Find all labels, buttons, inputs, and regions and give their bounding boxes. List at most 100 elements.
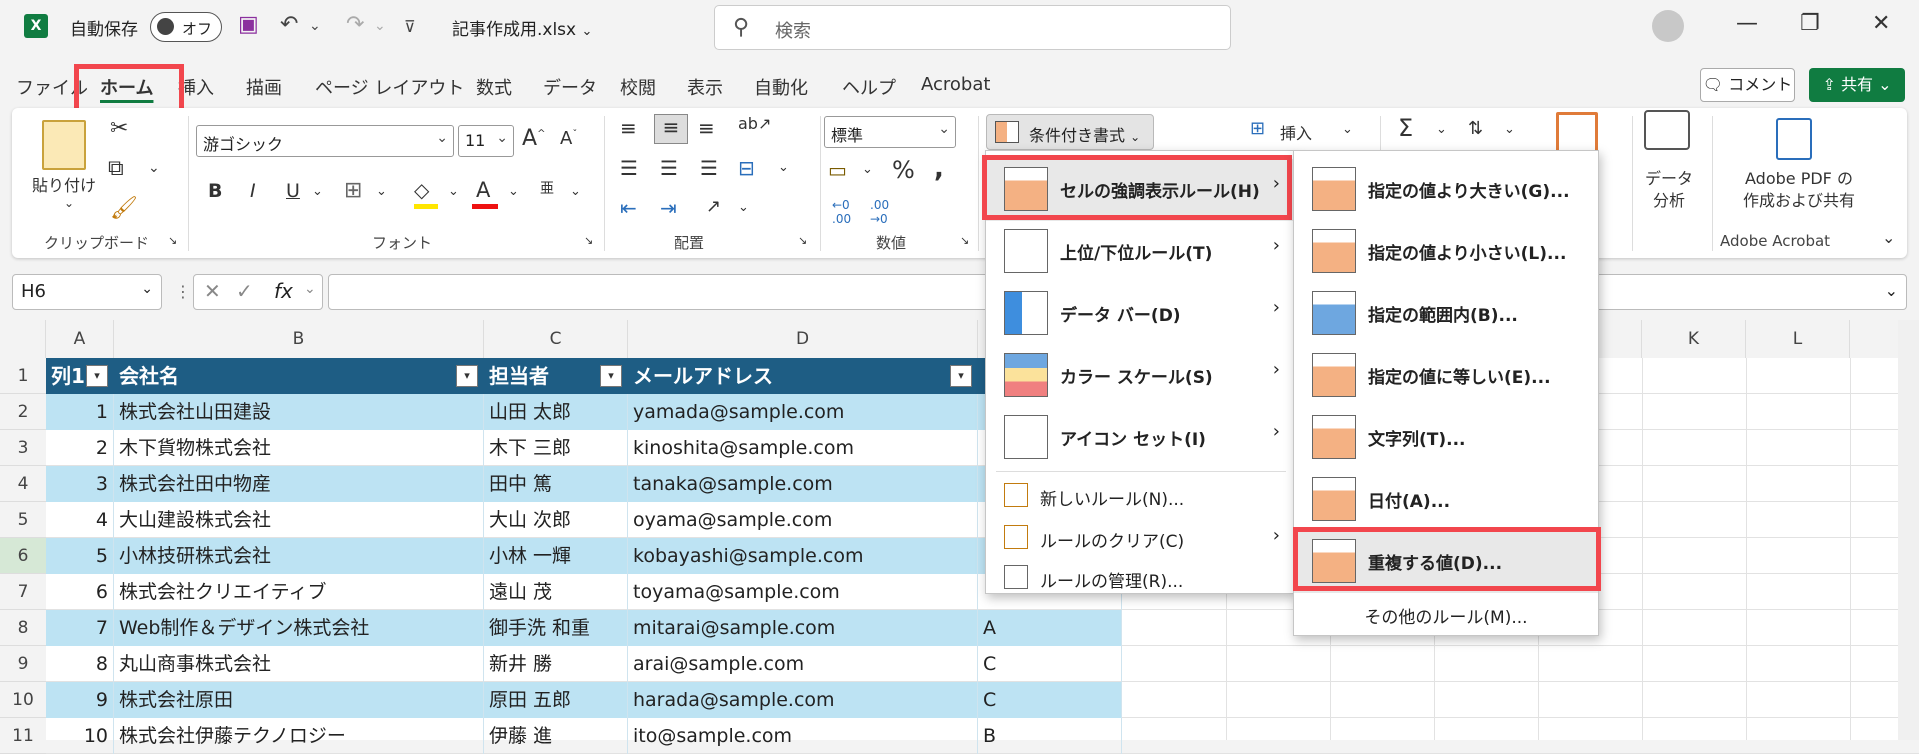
column-header[interactable]: L xyxy=(1746,320,1850,358)
autosum-icon[interactable]: Σ xyxy=(1398,114,1413,142)
table-cell[interactable]: harada@sample.com xyxy=(628,682,978,718)
row-header[interactable]: 1 xyxy=(0,358,46,394)
tab-view[interactable]: 表示 xyxy=(687,74,723,100)
table-cell[interactable]: yamada@sample.com xyxy=(628,394,978,430)
fill-color-dropdown-icon[interactable]: ⌄ xyxy=(448,184,459,199)
create-pdf-label[interactable]: Adobe PDF の作成および共有 xyxy=(1724,168,1874,212)
align-center-icon[interactable]: ☰ xyxy=(660,156,678,180)
column-header[interactable]: B xyxy=(114,320,484,358)
column-header[interactable]: C xyxy=(484,320,628,358)
table-cell[interactable]: kinoshita@sample.com xyxy=(628,430,978,466)
row-header[interactable]: 2 xyxy=(0,394,46,430)
sort-filter-dropdown-icon[interactable]: ⌄ xyxy=(1504,122,1515,137)
table-header-cell[interactable]: 会社名 xyxy=(114,358,484,394)
number-format-select[interactable]: 標準 ⌄ xyxy=(824,116,956,148)
accounting-format-icon[interactable]: ▭ xyxy=(828,158,847,182)
avatar[interactable] xyxy=(1652,10,1684,42)
table-cell[interactable]: 大山 次郎 xyxy=(484,502,628,538)
table-cell[interactable]: 10 xyxy=(46,718,114,754)
enter-icon[interactable]: ✓ xyxy=(236,279,253,303)
tab-review[interactable]: 校閲 xyxy=(620,74,656,100)
border-dropdown-icon[interactable]: ⌄ xyxy=(376,184,387,199)
close-icon[interactable]: ✕ xyxy=(1872,11,1890,36)
text-orientation-icon[interactable]: ab↗ xyxy=(738,114,771,133)
align-bottom-icon[interactable]: ≡ xyxy=(698,116,715,140)
filter-dropdown-icon[interactable]: ▾ xyxy=(600,365,622,387)
cancel-icon[interactable]: ✕ xyxy=(204,279,221,303)
tab-draw[interactable]: 描画 xyxy=(246,74,282,100)
column-header[interactable]: A xyxy=(46,320,114,358)
wrap-text-icon[interactable]: ⊟ xyxy=(738,156,755,180)
format-painter-icon[interactable]: 🖌 xyxy=(110,196,138,221)
row-header[interactable]: 8 xyxy=(0,610,46,646)
table-cell[interactable]: tanaka@sample.com xyxy=(628,466,978,502)
submenu-item[interactable]: 指定の値より小さい(L)... xyxy=(1294,221,1598,283)
worksheet[interactable]: A B C D E K L 1列1▾会社名▾担当者▾メールアドレス▾▾21株式会… xyxy=(0,320,1919,754)
table-cell[interactable]: 6 xyxy=(46,574,114,610)
minimize-icon[interactable]: — xyxy=(1736,11,1758,36)
accounting-dropdown-icon[interactable]: ⌄ xyxy=(862,162,873,177)
align-top-icon[interactable]: ≡ xyxy=(620,116,637,140)
paste-dropdown-icon[interactable]: ⌄ xyxy=(64,196,74,210)
orientation-icon[interactable]: ↗ xyxy=(706,196,721,217)
vertical-scrollbar[interactable] xyxy=(1898,320,1919,740)
increase-font-size-icon[interactable]: A^ xyxy=(522,126,545,151)
font-size-select[interactable]: 11 ⌄ xyxy=(458,125,514,157)
customize-qat-icon[interactable]: ⊽ xyxy=(404,17,416,36)
number-launcher-icon[interactable]: ↘ xyxy=(960,234,969,247)
copy-dropdown-icon[interactable]: ⌄ xyxy=(148,160,160,176)
undo-icon[interactable]: ↶ xyxy=(280,12,298,37)
filter-dropdown-icon[interactable]: ▾ xyxy=(950,365,972,387)
italic-icon[interactable]: I xyxy=(250,180,256,202)
table-cell[interactable]: 原田 五郎 xyxy=(484,682,628,718)
insert-cells-icon[interactable]: ⊞ xyxy=(1250,118,1265,139)
sort-filter-icon[interactable]: ⇅ xyxy=(1468,118,1483,139)
tab-insert[interactable]: 挿入 xyxy=(178,74,214,100)
table-cell[interactable]: 株式会社田中物産 xyxy=(114,466,484,502)
redo-icon[interactable]: ↷ xyxy=(346,12,364,37)
table-cell[interactable]: 株式会社伊藤テクノロジー xyxy=(114,718,484,754)
tab-help[interactable]: ヘルプ xyxy=(842,74,896,100)
increase-indent-icon[interactable]: ⇥ xyxy=(660,196,677,220)
menu-item-color-scales[interactable]: カラー スケール(S) › xyxy=(986,345,1294,407)
menu-item-data-bars[interactable]: データ バー(D) › xyxy=(986,283,1294,345)
insert-dropdown-icon[interactable]: ⌄ xyxy=(1342,122,1353,137)
copy-icon[interactable]: ⧉ xyxy=(108,156,124,181)
table-cell[interactable]: mitarai@sample.com xyxy=(628,610,978,646)
filter-dropdown-icon[interactable]: ▾ xyxy=(86,365,108,387)
submenu-item[interactable]: 指定の範囲内(B)... xyxy=(1294,283,1598,345)
table-cell[interactable]: 4 xyxy=(46,502,114,538)
bold-icon[interactable]: B xyxy=(208,180,222,202)
autosave-toggle[interactable]: オフ xyxy=(150,12,222,42)
table-cell[interactable]: 御手洗 和重 xyxy=(484,610,628,646)
undo-dropdown-icon[interactable]: ⌄ xyxy=(309,18,321,34)
submenu-item[interactable]: 指定の値より大きい(G)... xyxy=(1294,159,1598,221)
search-box[interactable]: ⚲ 検索 xyxy=(714,5,1231,50)
table-cell[interactable]: 遠山 茂 xyxy=(484,574,628,610)
table-cell[interactable]: 3 xyxy=(46,466,114,502)
save-icon[interactable]: ▣ xyxy=(238,12,259,37)
table-cell[interactable]: 株式会社クリエイティブ xyxy=(114,574,484,610)
phonetic-dropdown-icon[interactable]: ⌄ xyxy=(570,184,581,199)
submenu-item[interactable]: 日付(A)... xyxy=(1294,469,1598,531)
font-launcher-icon[interactable]: ↘ xyxy=(584,234,593,247)
table-cell[interactable]: 株式会社原田 xyxy=(114,682,484,718)
table-cell[interactable]: 小林 一輝 xyxy=(484,538,628,574)
menu-item-new-rule[interactable]: 新しいルール(N)... xyxy=(986,475,1294,517)
row-header[interactable]: 5 xyxy=(0,502,46,538)
column-header[interactable]: D xyxy=(628,320,978,358)
row-header[interactable]: 9 xyxy=(0,646,46,682)
cut-icon[interactable]: ✂ xyxy=(110,116,128,141)
analyze-data-label[interactable]: データ 分析 xyxy=(1644,168,1694,212)
row-header[interactable]: 6 xyxy=(0,538,46,574)
clipboard-launcher-icon[interactable]: ↘ xyxy=(168,234,177,247)
orientation-dropdown-icon[interactable]: ⌄ xyxy=(738,200,749,215)
align-right-icon[interactable]: ☰ xyxy=(700,156,718,180)
table-cell[interactable]: 田中 篤 xyxy=(484,466,628,502)
percent-icon[interactable]: % xyxy=(892,156,915,184)
border-icon[interactable]: ⊞ xyxy=(344,178,362,203)
tab-page-layout[interactable]: ページ レイアウト xyxy=(315,74,464,100)
submenu-item[interactable]: 指定の値に等しい(E)... xyxy=(1294,345,1598,407)
table-cell[interactable]: 木下 三郎 xyxy=(484,430,628,466)
more-options-icon[interactable]: ⋮ xyxy=(175,282,191,301)
